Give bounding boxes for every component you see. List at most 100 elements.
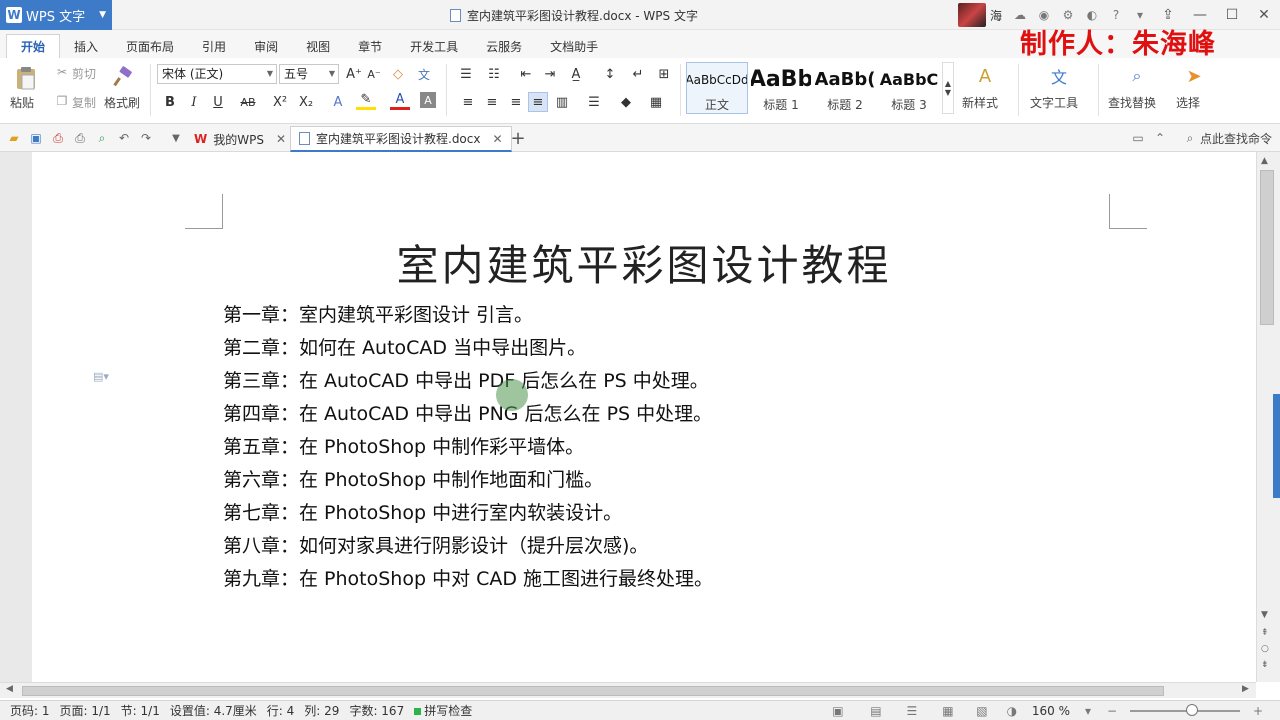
browse-object-icon[interactable]: ○ bbox=[1261, 644, 1269, 654]
status-column[interactable]: 列: 29 bbox=[304, 702, 339, 719]
tab-chapter[interactable]: 章节 bbox=[344, 34, 396, 58]
select-button[interactable]: 选择 bbox=[1176, 94, 1200, 111]
settings-icon[interactable]: ⚙ bbox=[1060, 7, 1076, 23]
export-pdf-icon[interactable]: ⎙ bbox=[50, 130, 66, 146]
print-icon[interactable]: ⎙ bbox=[72, 130, 88, 146]
format-painter-button[interactable]: 格式刷 bbox=[104, 94, 140, 111]
zoom-slider-knob[interactable] bbox=[1186, 704, 1198, 716]
line-spacing-icon[interactable]: ☰ bbox=[584, 92, 604, 112]
table-icon[interactable]: ⊞ bbox=[654, 64, 674, 84]
char-shading-icon[interactable]: A bbox=[420, 92, 436, 108]
style-heading-3[interactable]: AaBbC 标题 3 bbox=[878, 62, 940, 114]
zoom-in-icon[interactable]: + bbox=[1250, 703, 1266, 719]
borders-icon[interactable]: ▦ bbox=[646, 92, 666, 112]
collapse-ribbon-icon[interactable]: ⌃ bbox=[1152, 130, 1168, 146]
tab-home[interactable]: 开始 bbox=[6, 34, 61, 58]
style-heading-2[interactable]: AaBb( 标题 2 bbox=[814, 62, 876, 114]
horizontal-scroll-thumb[interactable] bbox=[22, 686, 1164, 696]
scroll-down-icon[interactable]: ▼ bbox=[1261, 610, 1268, 620]
tab-doc-assistant[interactable]: 文档助手 bbox=[536, 34, 612, 58]
text-tools-icon[interactable]: 文 bbox=[1046, 64, 1072, 88]
skin-icon[interactable]: ☁ bbox=[1012, 7, 1028, 23]
tab-references[interactable]: 引用 bbox=[188, 34, 240, 58]
paste-button[interactable]: 粘贴 bbox=[10, 94, 34, 111]
italic-icon[interactable]: I bbox=[184, 92, 204, 112]
next-page-icon[interactable]: ⇟ bbox=[1261, 660, 1269, 670]
status-row[interactable]: 行: 4 bbox=[267, 702, 295, 719]
print-preview-icon[interactable]: ⌕ bbox=[94, 130, 110, 146]
undo-icon[interactable]: ↶ bbox=[116, 130, 132, 146]
paste-icon[interactable] bbox=[12, 64, 40, 92]
open-folder-icon[interactable]: ▰ bbox=[6, 130, 22, 146]
strikethrough-icon[interactable]: AB bbox=[238, 92, 258, 112]
text-effect-icon[interactable]: A bbox=[328, 92, 348, 112]
scroll-up-icon[interactable]: ▲ bbox=[1261, 156, 1268, 166]
tab-developer[interactable]: 开发工具 bbox=[396, 34, 472, 58]
text-tools-button[interactable]: 文字工具 bbox=[1030, 94, 1078, 111]
tab-review[interactable]: 审阅 bbox=[240, 34, 292, 58]
font-size-select[interactable]: 五号 ▼ bbox=[279, 64, 339, 84]
prev-page-icon[interactable]: ⇞ bbox=[1261, 628, 1269, 638]
document-page[interactable]: 室内建筑平彩图设计教程 第一章：室内建筑平彩图设计 引言。 第二章：如何在 Au… bbox=[32, 152, 1256, 682]
distribute-icon[interactable]: ▥ bbox=[552, 92, 572, 112]
chevron-down-icon[interactable]: ▼ bbox=[168, 130, 184, 146]
format-painter-icon[interactable] bbox=[110, 64, 136, 90]
new-style-icon[interactable]: A bbox=[972, 64, 998, 88]
highlight-icon[interactable]: ✎ bbox=[356, 92, 376, 110]
feedback-icon[interactable]: ◐ bbox=[1084, 7, 1100, 23]
superscript-icon[interactable]: X² bbox=[270, 92, 290, 112]
status-setting[interactable]: 设置值: 4.7厘米 bbox=[170, 702, 257, 719]
cursor-arrow-icon[interactable]: ➤ bbox=[1182, 64, 1206, 88]
tab-insert[interactable]: 插入 bbox=[60, 34, 112, 58]
avatar[interactable] bbox=[957, 3, 986, 27]
styles-scroll-button[interactable]: ▲ ▼ bbox=[942, 62, 954, 114]
screen-icon[interactable]: ▭ bbox=[1130, 130, 1146, 146]
justify-icon[interactable]: ≡ bbox=[528, 92, 548, 112]
numbered-list-icon[interactable]: ☷ bbox=[484, 64, 504, 84]
zoom-dropdown-icon[interactable]: ▾ bbox=[1080, 703, 1096, 719]
new-tab-plus-icon[interactable]: + bbox=[510, 128, 526, 149]
horizontal-scrollbar[interactable]: ◀ ▶ bbox=[0, 682, 1256, 698]
save-icon[interactable]: ▣ bbox=[28, 130, 44, 146]
cut-button[interactable]: 剪切 bbox=[72, 65, 96, 82]
zoom-level[interactable]: 160 % bbox=[1032, 704, 1070, 718]
tab-cloud[interactable]: 云服务 bbox=[472, 34, 536, 58]
subscript-icon[interactable]: X₂ bbox=[296, 92, 316, 112]
close-icon[interactable]: ✕ bbox=[276, 132, 286, 146]
clear-format-icon[interactable]: ◇ bbox=[388, 64, 408, 84]
redo-icon[interactable]: ↷ bbox=[138, 130, 154, 146]
spell-check-toggle[interactable]: 拼写检查 bbox=[414, 702, 472, 719]
align-center-icon[interactable]: ≡ bbox=[482, 92, 502, 112]
font-family-select[interactable]: 宋体 (正文) ▼ bbox=[157, 64, 277, 84]
paragraph-handle-icon[interactable]: ▤▾ bbox=[93, 370, 115, 384]
tab-document[interactable]: 室内建筑平彩图设计教程.docx ✕ bbox=[290, 126, 512, 152]
close-icon[interactable]: ✕ bbox=[492, 132, 502, 146]
grow-font-icon[interactable]: A⁺ bbox=[344, 64, 364, 84]
underline-icon[interactable]: U bbox=[208, 92, 228, 112]
maximize-button[interactable]: ☐ bbox=[1216, 0, 1248, 30]
shrink-font-icon[interactable]: A⁻ bbox=[364, 64, 384, 84]
bullet-list-icon[interactable]: ☰ bbox=[456, 64, 476, 84]
user-name[interactable]: 海 bbox=[990, 7, 1002, 24]
page-view-icon[interactable]: ▤ bbox=[868, 703, 884, 719]
font-color-icon[interactable]: A bbox=[390, 92, 410, 110]
copy-button[interactable]: 复制 bbox=[72, 94, 96, 111]
shading-icon[interactable]: ◆ bbox=[616, 92, 636, 112]
close-button[interactable]: ✕ bbox=[1248, 0, 1280, 30]
tab-view[interactable]: 视图 bbox=[292, 34, 344, 58]
more-icon[interactable]: ▾ bbox=[1132, 7, 1148, 23]
decrease-indent-icon[interactable]: ⇤ bbox=[516, 64, 536, 84]
zoom-slider[interactable] bbox=[1130, 704, 1240, 716]
side-panel-toggle[interactable] bbox=[1273, 394, 1280, 498]
search-icon[interactable]: ⌕ bbox=[1182, 130, 1198, 146]
show-marks-icon[interactable]: ↵ bbox=[628, 64, 648, 84]
web-view-icon[interactable]: ▦ bbox=[940, 703, 956, 719]
increase-indent-icon[interactable]: ⇥ bbox=[540, 64, 560, 84]
scroll-left-icon[interactable]: ◀ bbox=[6, 684, 13, 694]
fullscreen-icon[interactable]: ▣ bbox=[830, 703, 846, 719]
outline-view-icon[interactable]: ☰ bbox=[904, 703, 920, 719]
align-right-icon[interactable]: ≡ bbox=[506, 92, 526, 112]
help-icon[interactable]: ? bbox=[1108, 7, 1124, 23]
status-pages[interactable]: 页面: 1/1 bbox=[60, 702, 111, 719]
find-replace-icon[interactable]: ⌕ bbox=[1124, 64, 1150, 88]
